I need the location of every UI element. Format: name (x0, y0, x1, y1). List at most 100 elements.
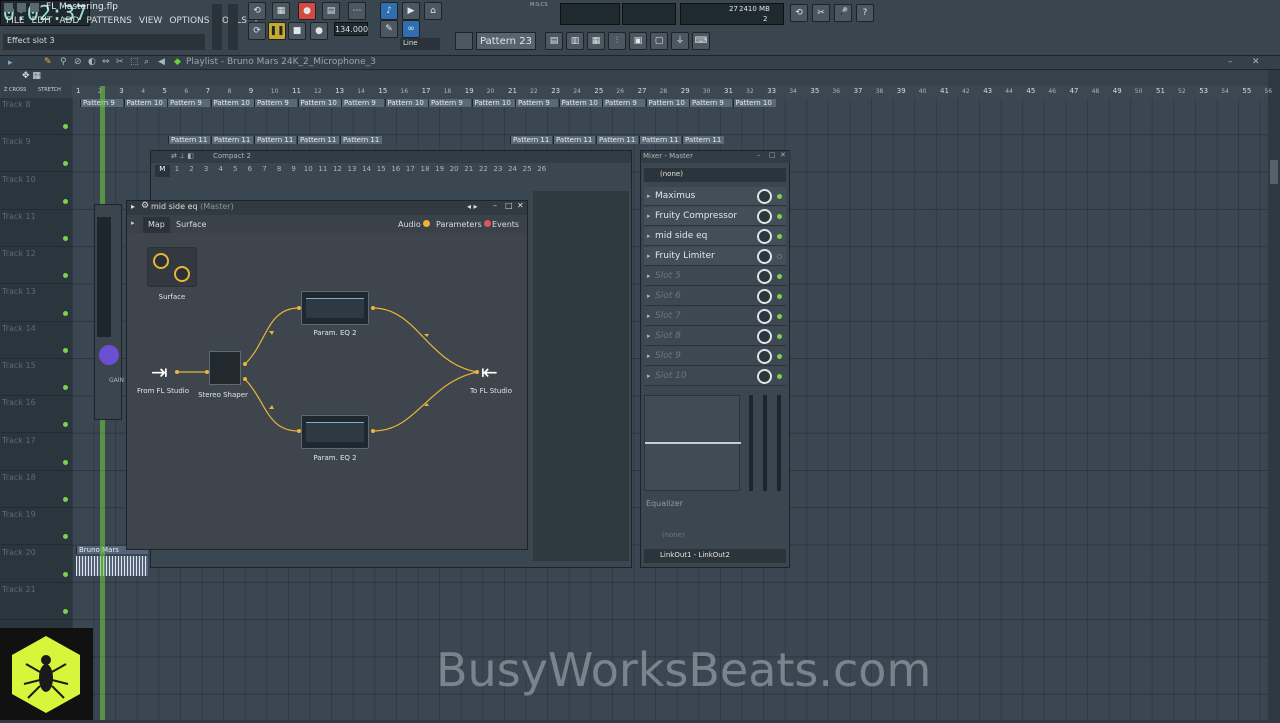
track-header[interactable]: Track 13 (0, 285, 72, 322)
slot-enable-led[interactable] (777, 214, 782, 219)
mixer-slot[interactable]: ▸ Slot 10 (644, 367, 786, 386)
compact-channel-number[interactable]: M (155, 165, 170, 177)
track-mute-led[interactable] (63, 198, 68, 204)
mixer-slot[interactable]: ▸ Slot 7 (644, 307, 786, 326)
menu-patterns[interactable]: PATTERNS (86, 16, 132, 32)
patcher-map[interactable]: Surface ⇥ From FL Studio Stereo Shaper P… (127, 233, 527, 549)
pattern-arrow-icon[interactable] (455, 32, 473, 50)
patcher-menu-arrow-icon[interactable]: ▸ (131, 202, 135, 211)
slot-enable-led[interactable] (777, 194, 782, 199)
mixer-titlebar[interactable]: Mixer - Master – □ ✕ (641, 151, 791, 163)
compact-channel-number[interactable]: 25 (520, 165, 535, 177)
compact-channel-number[interactable]: 8 (272, 165, 287, 177)
touch-keyboard-icon[interactable]: ⌨ (692, 32, 710, 50)
browser-icon[interactable]: ▣ (629, 32, 647, 50)
track-header[interactable]: Track 8 (0, 98, 72, 135)
record-mode-icon[interactable]: ● (298, 2, 316, 20)
patcher-tab-arrow-icon[interactable]: ▸ (131, 219, 135, 227)
paint-tool-icon[interactable]: ⚲ (60, 57, 67, 67)
compact-channel-number[interactable]: 26 (534, 165, 549, 177)
eq-band-slider-2[interactable] (763, 395, 767, 491)
track-mute-led[interactable] (63, 124, 68, 129)
pattern-clip[interactable]: Pattern 11 (553, 136, 595, 144)
compact-channel-number[interactable]: 21 (461, 165, 476, 177)
pattern-clip[interactable]: Pattern 10 (384, 99, 428, 107)
microphone-icon[interactable]: 🎤 (834, 4, 852, 22)
slot-mix-knob[interactable] (757, 289, 772, 304)
slot-arrow-icon[interactable]: ▸ (647, 207, 651, 226)
patcher-gear-icon[interactable]: ⚙ (141, 201, 149, 211)
pattern-clip[interactable]: Pattern 9 (602, 99, 645, 107)
tempo-display[interactable]: 134.000 (334, 22, 368, 36)
eq-graph[interactable] (644, 395, 741, 491)
patcher-close-icon[interactable]: ✕ (517, 201, 524, 210)
pattern-clip[interactable]: Pattern 10 (471, 99, 515, 107)
pattern-clip[interactable]: Pattern 11 (510, 136, 552, 144)
legend-events[interactable]: Events (487, 217, 527, 243)
plugin-database-icon[interactable]: ▢ (650, 32, 668, 50)
pattern-clip[interactable]: Pattern 10 (123, 99, 167, 107)
plugin-picker-icon[interactable]: ⏚ (671, 32, 689, 50)
track-mute-led[interactable] (63, 310, 68, 316)
playlist-icon[interactable]: ▤ (545, 32, 563, 50)
mixer-slot[interactable]: ▸ mid side eq (644, 227, 786, 246)
compact-channel-number[interactable]: 10 (301, 165, 316, 177)
pattern-clip[interactable]: Pattern 11 (211, 136, 253, 144)
playlist-nav-icons[interactable]: ✥ ▦ (22, 71, 62, 81)
slot-mix-knob[interactable] (757, 189, 772, 204)
compact-tool-icons[interactable]: ⇄ ⊥ ◧ (171, 152, 194, 160)
compact-channel-number[interactable]: 9 (286, 165, 301, 177)
menu-view[interactable]: VIEW (139, 16, 162, 32)
slot-mix-knob[interactable] (757, 309, 772, 324)
slot-arrow-icon[interactable]: ▸ (647, 347, 651, 366)
pattern-clip[interactable]: Pattern 9 (254, 99, 297, 107)
slot-enable-led[interactable] (777, 254, 782, 259)
gain-knob[interactable] (99, 345, 119, 365)
mixer-slot[interactable]: ▸ Maximus (644, 187, 786, 206)
pattern-clip[interactable]: Pattern 9 (689, 99, 732, 107)
pattern-clip[interactable]: Pattern 10 (645, 99, 689, 107)
slot-enable-led[interactable] (777, 274, 782, 279)
patcher-nav-icons[interactable]: ◂ ▸ (467, 202, 478, 211)
compact-channel-number[interactable]: 16 (389, 165, 404, 177)
mixer-output-select[interactable]: LinkOut1 - LinkOut2 (644, 549, 786, 563)
track-header[interactable]: Track 10 (0, 173, 72, 210)
mixer-slot[interactable]: ▸ Slot 9 (644, 347, 786, 366)
pattern-clip[interactable]: Pattern 11 (340, 136, 382, 144)
playlist-pattern-icon[interactable]: ◆ (174, 57, 181, 67)
slot-arrow-icon[interactable]: ▸ (647, 367, 651, 386)
slot-enable-led[interactable] (777, 334, 782, 339)
pencil-tool-icon[interactable]: ✎ (44, 57, 52, 67)
track-header[interactable]: Track 16 (0, 396, 72, 434)
param-eq-top-node[interactable] (301, 291, 369, 325)
mixer-slot[interactable]: ▸ Fruity Compressor (644, 207, 786, 226)
channel-rack-icon[interactable]: ▦ (587, 32, 605, 50)
compact-inserts[interactable] (533, 191, 629, 561)
zoom-tool-icon[interactable]: ⌕ (144, 57, 149, 67)
pattern-clip[interactable]: Pattern 9 (428, 99, 471, 107)
tab-surface[interactable]: Surface (171, 217, 211, 233)
timeline-ruler[interactable]: 1 3 5 7 9 11 13 15 17 19 21 23 25 27 29 31 33 35 37 39 41 43 4… (72, 86, 1272, 98)
pause-button[interactable]: ❚❚ (268, 22, 286, 40)
menu-add[interactable]: ADD (59, 16, 79, 32)
metronome-icon[interactable]: ▶ (402, 2, 420, 20)
slot-mix-knob[interactable] (757, 369, 772, 384)
slot-enable-led[interactable] (777, 234, 782, 239)
track-mute-led[interactable] (63, 347, 68, 353)
track-header[interactable]: Track 21 (0, 583, 72, 620)
piano-roll-icon[interactable]: ▥ (566, 32, 584, 50)
track-mute-led[interactable] (63, 497, 68, 502)
compact-channel-number[interactable]: 20 (447, 165, 462, 177)
track-header[interactable]: Track 19 (0, 508, 72, 546)
compact-channel-number[interactable]: 15 (374, 165, 389, 177)
slot-enable-led[interactable] (777, 374, 782, 379)
track-header[interactable]: Track 18 (0, 471, 72, 508)
surface-knob-1[interactable] (153, 253, 169, 269)
slot-enable-led[interactable] (777, 294, 782, 299)
compact-channel-number[interactable]: 11 (316, 165, 331, 177)
stop-button[interactable]: ■ (288, 22, 306, 40)
audio-waveform[interactable] (76, 556, 148, 576)
pattern-clip[interactable]: Pattern 11 (682, 136, 724, 144)
select-tool-icon[interactable]: ⬚ (130, 57, 139, 67)
playback-tool-icon[interactable]: ◀ (158, 57, 165, 67)
